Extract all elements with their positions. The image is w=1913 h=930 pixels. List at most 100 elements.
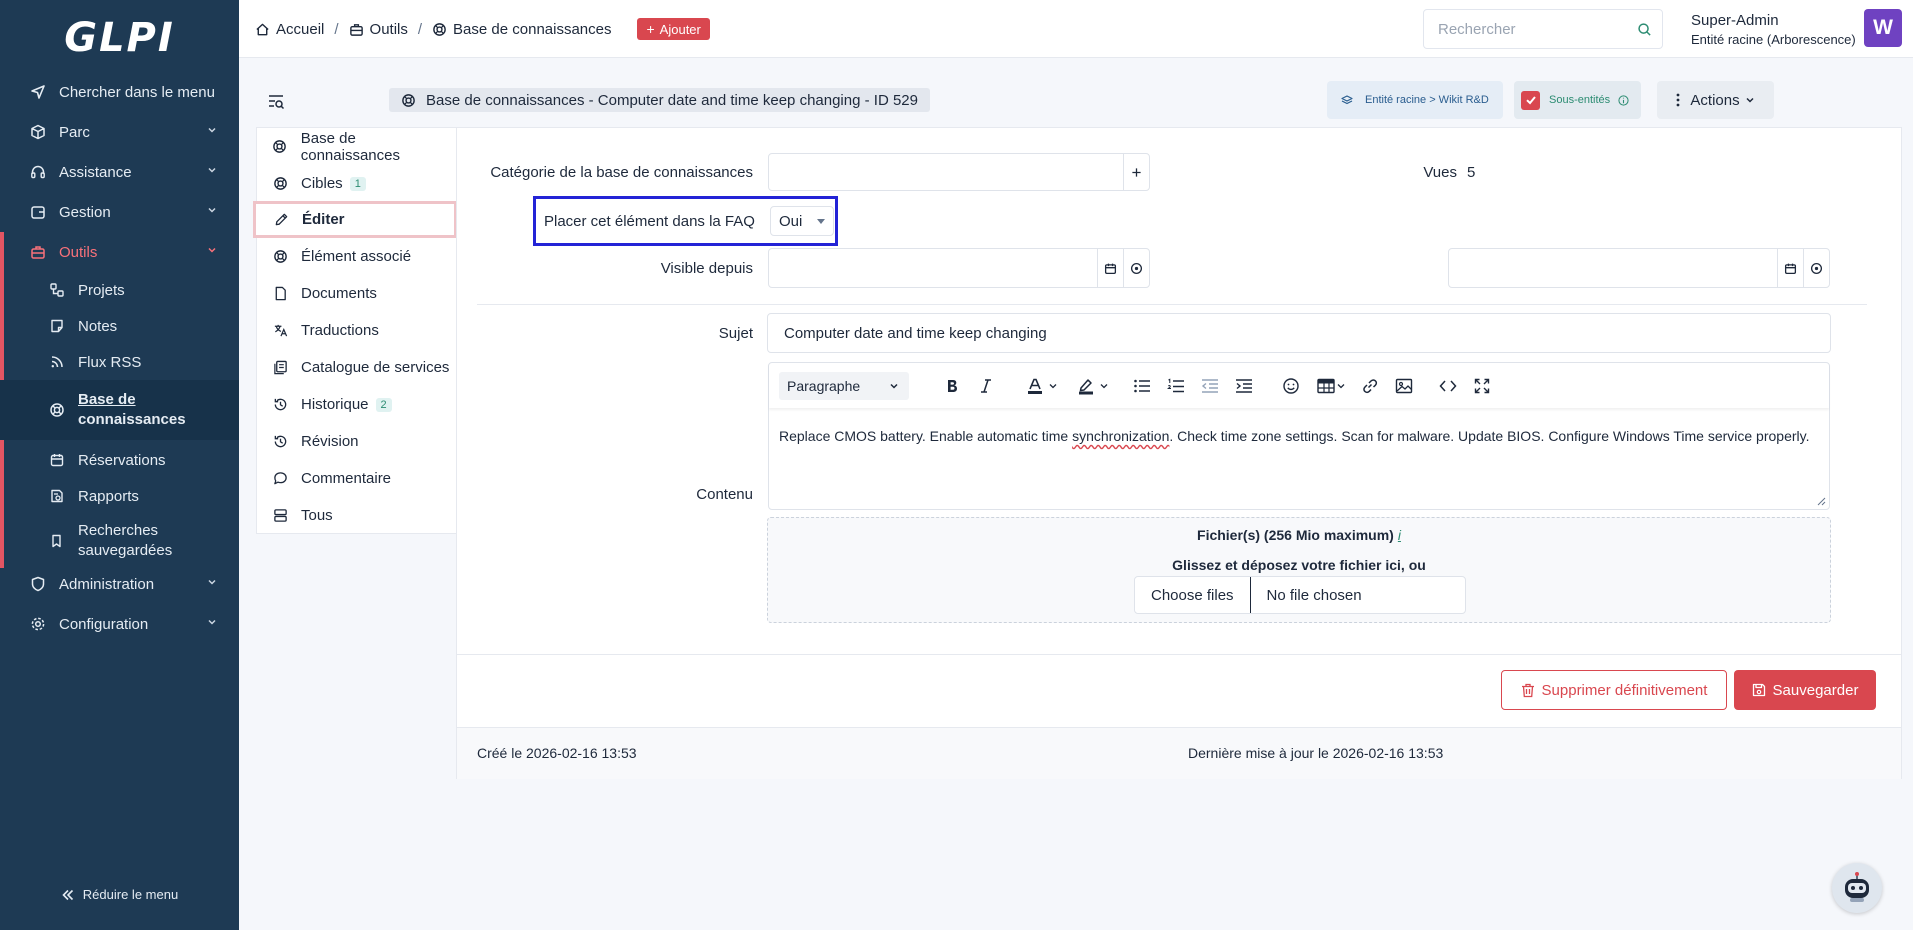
breadcrumb-tools[interactable]: Outils xyxy=(349,21,408,38)
choose-files-button[interactable]: Choose files xyxy=(1135,577,1251,613)
sidebar-item-configuration[interactable]: Configuration xyxy=(0,604,239,644)
delete-permanently-button[interactable]: Supprimer définitivement xyxy=(1501,670,1727,710)
created-date: Créé le 2026-02-16 13:53 xyxy=(477,745,637,761)
info-icon[interactable]: i xyxy=(1398,527,1401,543)
visible-until-input[interactable] xyxy=(1461,259,1761,277)
robot-icon xyxy=(1845,872,1869,902)
chatbot-button[interactable] xyxy=(1832,863,1882,913)
tab-edit[interactable]: Éditer xyxy=(253,201,457,238)
save-label: Sauvegarder xyxy=(1772,681,1859,699)
tab-comment[interactable]: Commentaire xyxy=(257,460,457,497)
chevron-down-icon xyxy=(207,125,217,135)
text-color-icon[interactable] xyxy=(1024,375,1046,397)
translate-icon xyxy=(271,322,289,340)
toggle-tabs-icon[interactable] xyxy=(268,94,286,110)
search-input[interactable] xyxy=(1438,20,1637,38)
headset-icon xyxy=(28,162,48,182)
sidebar-item-projets[interactable]: Projets xyxy=(0,270,239,310)
tab-history[interactable]: Historique 2 xyxy=(257,386,457,423)
tab-label: Historique xyxy=(301,396,369,413)
files-title-row: Fichier(s) (256 Mio maximum) i xyxy=(768,527,1830,543)
sidebar-item-notes[interactable]: Notes xyxy=(0,306,239,346)
italic-icon[interactable] xyxy=(975,375,997,397)
sidebar-item-label: Configuration xyxy=(59,615,149,633)
add-category-button[interactable] xyxy=(1123,154,1149,190)
indent-icon[interactable] xyxy=(1233,375,1255,397)
tab-knowledge-base[interactable]: Base de connaissances xyxy=(257,128,457,165)
sidebar-item-assistance[interactable]: Assistance xyxy=(0,152,239,192)
lifebuoy-icon xyxy=(432,22,447,37)
editor-content[interactable]: Replace CMOS battery. Enable automatic t… xyxy=(779,426,1813,446)
file-input: Choose files No file chosen xyxy=(1134,576,1466,614)
tab-service-catalog[interactable]: Catalogue de services xyxy=(257,349,457,386)
vertical-dots-icon xyxy=(1676,93,1680,107)
breadcrumb-label: Outils xyxy=(369,20,408,38)
sidebar-item-outils[interactable]: Outils xyxy=(0,232,239,272)
menu-search[interactable]: Chercher dans le menu xyxy=(0,72,239,112)
emoji-icon[interactable] xyxy=(1280,375,1302,397)
avatar[interactable]: W xyxy=(1864,9,1902,47)
sidebar-item-label: Réservations xyxy=(78,451,166,469)
subject-input[interactable] xyxy=(784,324,1814,342)
sidebar-item-reservations[interactable]: Réservations xyxy=(0,440,239,480)
block-format-select[interactable]: Paragraphe xyxy=(779,372,909,400)
sidebar-item-saved-searches[interactable]: Recherches sauvegardées xyxy=(0,514,239,568)
tab-linked-item[interactable]: Élément associé xyxy=(257,238,457,275)
bold-icon[interactable] xyxy=(941,375,963,397)
calendar-button[interactable] xyxy=(1777,249,1803,287)
title-prefix: Base de connaissances - xyxy=(426,91,598,109)
tab-targets[interactable]: Cibles 1 xyxy=(257,165,457,202)
clear-date-button[interactable] xyxy=(1123,249,1149,287)
breadcrumb-knowledge-base[interactable]: Base de connaissances xyxy=(432,21,611,38)
numbered-list-icon[interactable] xyxy=(1165,375,1187,397)
clear-date-button[interactable] xyxy=(1803,249,1829,287)
calendar-button[interactable] xyxy=(1097,249,1123,287)
tab-all[interactable]: Tous xyxy=(257,497,457,534)
bullet-list-icon[interactable] xyxy=(1131,375,1153,397)
sidebar-item-administration[interactable]: Administration xyxy=(0,564,239,604)
rich-text-editor: Paragraphe Replace CMOS battery. Enable … xyxy=(768,362,1830,510)
actions-button[interactable]: Actions xyxy=(1657,81,1774,119)
glpi-logo[interactable]: GLPI xyxy=(0,0,239,76)
collapse-menu-button[interactable]: Réduire le menu xyxy=(0,887,239,902)
image-icon[interactable] xyxy=(1393,375,1415,397)
trash-icon xyxy=(1521,683,1535,698)
visible-from-input[interactable] xyxy=(781,259,1081,277)
save-button[interactable]: Sauvegarder xyxy=(1734,670,1876,710)
chevron-down-icon xyxy=(889,381,899,391)
subject-label: Sujet xyxy=(718,325,753,342)
sidebar-item-parc[interactable]: Parc xyxy=(0,112,239,152)
category-dropdown[interactable] xyxy=(768,153,1150,191)
sidebar-item-label-wrap: Base de connaissances xyxy=(78,390,186,430)
tab-translations[interactable]: Traductions xyxy=(257,312,457,349)
drop-instructions: Glissez et déposez votre fichier ici, ou xyxy=(1172,557,1426,573)
chevron-down-icon[interactable] xyxy=(1098,375,1110,397)
add-button-label: Ajouter xyxy=(659,21,701,37)
tab-revision[interactable]: Révision xyxy=(257,423,457,460)
tab-documents[interactable]: Documents xyxy=(257,275,457,312)
link-icon[interactable] xyxy=(1359,375,1381,397)
content-text-before: Replace CMOS battery. Enable automatic t… xyxy=(779,428,1073,444)
outdent-icon[interactable] xyxy=(1199,375,1221,397)
sidebar-item-rss[interactable]: Flux RSS xyxy=(0,342,239,382)
sidebar-item-gestion[interactable]: Gestion xyxy=(0,192,239,232)
entity-badge: Entité racine > Wikit R&D xyxy=(1327,81,1503,119)
faq-select[interactable]: Oui xyxy=(770,206,834,236)
file-dropzone[interactable]: Fichier(s) (256 Mio maximum) i Glissez et… xyxy=(767,517,1831,623)
breadcrumb-home[interactable]: Accueil xyxy=(255,21,324,38)
projects-icon xyxy=(48,281,66,299)
sidebar-item-knowledge-base[interactable]: Base de connaissances xyxy=(0,380,239,440)
user-menu[interactable]: Super-Admin Entité racine (Arborescence) xyxy=(1691,12,1856,47)
source-code-icon[interactable] xyxy=(1437,375,1459,397)
search-icon[interactable] xyxy=(1637,22,1652,37)
item-tabs: Base de connaissances Cibles 1 Éditer Él… xyxy=(253,127,457,534)
fullscreen-icon[interactable] xyxy=(1471,375,1493,397)
subentities-toggle[interactable]: Sous-entités xyxy=(1514,81,1642,119)
sidebar-item-reports[interactable]: Rapports xyxy=(0,476,239,516)
table-icon[interactable] xyxy=(1315,375,1337,397)
add-button[interactable]: + Ajouter xyxy=(637,18,710,40)
chevron-down-icon[interactable] xyxy=(1335,375,1347,397)
chevron-down-icon[interactable] xyxy=(1047,375,1059,397)
highlight-color-icon[interactable] xyxy=(1075,375,1097,397)
resize-handle-icon[interactable] xyxy=(1817,497,1826,506)
